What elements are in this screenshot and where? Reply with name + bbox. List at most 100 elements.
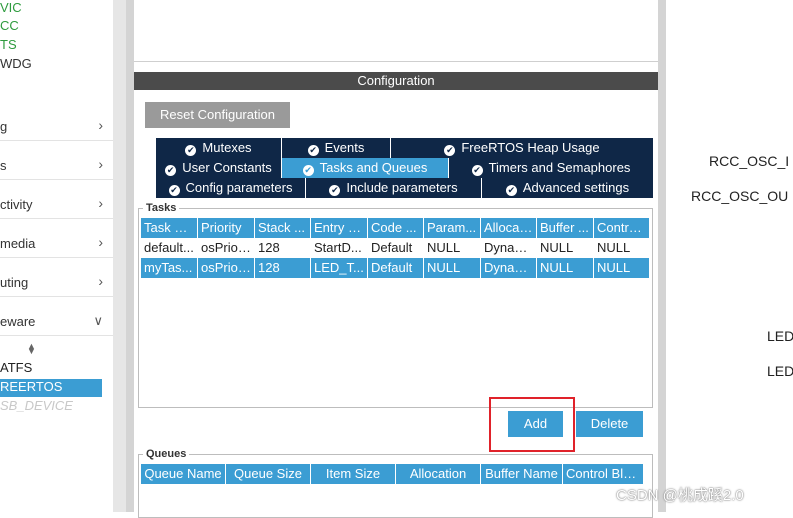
tab-row-2: ✔ User Constants ✔ Tasks and Queues ✔ Timer…	[156, 158, 653, 178]
table-cell: Default	[368, 258, 424, 278]
sidebar-category-computing[interactable]: uting ›	[0, 271, 113, 295]
panel-divider-right[interactable]	[658, 0, 666, 512]
divider	[0, 140, 113, 141]
column-header[interactable]: Control Blo...	[563, 464, 644, 484]
table-cell: NULL	[597, 240, 631, 255]
category-label: uting	[0, 275, 29, 290]
sidebar-item-ts[interactable]: TS	[0, 37, 17, 55]
pin-label-rcc-osc-out[interactable]: RCC_OSC_OU	[691, 188, 788, 204]
sidebar-category-connectivity[interactable]: ctivity ›	[0, 193, 113, 217]
panel-divider[interactable]	[126, 0, 134, 512]
table-cell: NULL	[537, 258, 594, 278]
table-cell: Default	[371, 240, 413, 255]
divider	[0, 218, 113, 219]
tab-config-parameters[interactable]: ✔ Config parameters	[156, 178, 306, 198]
tab-tasks-and-queues[interactable]: ✔ Tasks and Queues	[282, 158, 449, 178]
sidebar-category-multimedia[interactable]: media ›	[0, 232, 113, 256]
table-row[interactable]: default... osPrior... 128 StartD... Defa…	[141, 238, 650, 258]
chevron-right-icon: ›	[98, 195, 103, 211]
chevron-right-icon: ›	[98, 117, 103, 133]
tab-label: Tasks and Queues	[319, 160, 428, 175]
column-header[interactable]: Buffer ...	[537, 218, 594, 238]
table-cell: NULL	[594, 258, 650, 278]
tab-label: FreeRTOS Heap Usage	[461, 140, 600, 155]
chevron-right-icon: ›	[98, 273, 103, 289]
table-cell: NULL	[540, 240, 574, 255]
chevron-right-icon: ›	[98, 234, 103, 250]
column-header[interactable]: Stack ...	[255, 218, 311, 238]
category-label: s	[0, 158, 7, 173]
sidebar-item-label: ATFS	[0, 360, 33, 375]
column-header[interactable]: Item Size	[311, 464, 396, 484]
pin-label-led[interactable]: LED	[767, 363, 793, 379]
category-label: eware	[0, 314, 36, 329]
tab-row-3: ✔ Config parameters ✔ Include parameters ✔…	[156, 178, 653, 198]
tab-label: Include parameters	[346, 180, 458, 195]
tab-timers-and-semaphores[interactable]: ✔ Timers and Semaphores	[449, 158, 653, 178]
sidebar-item-label: VIC	[0, 0, 22, 15]
table-row-selected[interactable]: myTas... osPrior... 128 LED_T... Default…	[141, 258, 650, 278]
divider	[0, 335, 113, 336]
column-header[interactable]: Queue Name	[141, 464, 226, 484]
sidebar-item-label: TS	[0, 37, 17, 52]
sidebar-item-cc[interactable]: CC	[0, 18, 19, 36]
column-header[interactable]: Task N...	[141, 218, 198, 238]
column-header[interactable]: Control...	[594, 218, 650, 238]
sidebar-item-wdg[interactable]: WDG	[0, 56, 32, 74]
table-cell: 128	[255, 258, 311, 278]
category-label: media	[0, 236, 36, 251]
table-cell: myTas...	[141, 258, 198, 278]
mode-panel	[134, 0, 658, 62]
column-header[interactable]: Priority	[198, 218, 255, 238]
column-header[interactable]: Buffer Name	[481, 464, 563, 484]
sidebar-item-label: SB_DEVICE	[0, 398, 73, 413]
pin-label-led[interactable]: LED	[767, 328, 793, 344]
delete-task-button[interactable]: Delete	[576, 411, 643, 437]
sidebar-item-label: CC	[0, 18, 19, 33]
sidebar-item-vic[interactable]: VIC	[0, 0, 22, 18]
sidebar-item-label: REERTOS	[0, 379, 63, 394]
check-icon: ✔	[165, 165, 177, 176]
category-label: ctivity	[0, 197, 33, 212]
sidebar-category-middleware[interactable]: eware ∨	[0, 310, 113, 334]
divider	[0, 257, 113, 258]
highlight-annotation	[489, 397, 575, 452]
tab-mutexes[interactable]: ✔ Mutexes	[156, 138, 282, 158]
chevron-down-icon: ∨	[93, 313, 103, 328]
sidebar-category-2[interactable]: s ›	[0, 154, 113, 178]
sidebar-scrollbar[interactable]	[113, 0, 126, 512]
table-cell: osPrior...	[201, 240, 253, 255]
sort-icon[interactable]: ▲ ▼	[27, 342, 36, 356]
check-icon: ✔	[505, 185, 517, 196]
divider	[0, 296, 113, 297]
queues-table-header: Queue Name Queue Size Item Size Allocati…	[141, 464, 644, 484]
column-header[interactable]: Code ...	[368, 218, 424, 238]
check-icon: ✔	[302, 165, 314, 176]
check-icon: ✔	[329, 185, 341, 196]
tab-label: User Constants	[182, 160, 272, 175]
sidebar-category-1[interactable]: g ›	[0, 115, 113, 139]
queues-legend: Queues	[146, 448, 187, 460]
watermark: CSDN @桃成蹊2.0	[616, 487, 744, 504]
column-header[interactable]: Param...	[424, 218, 481, 238]
tab-events[interactable]: ✔ Events	[282, 138, 391, 158]
column-header[interactable]: Entry F...	[311, 218, 368, 238]
check-icon: ✔	[444, 145, 456, 156]
tab-row-1: ✔ Mutexes ✔ Events ✔ FreeRTOS Heap Usage	[156, 138, 653, 158]
check-icon: ✔	[185, 145, 197, 156]
tasks-table-header: Task N... Priority Stack ... Entry F... …	[141, 218, 650, 238]
category-label: g	[0, 119, 8, 134]
tab-user-constants[interactable]: ✔ User Constants	[156, 158, 282, 178]
column-header[interactable]: Queue Size	[226, 464, 311, 484]
reset-configuration-button[interactable]: Reset Configuration	[145, 102, 290, 128]
sidebar-item-usb-device: SB_DEVICE	[0, 398, 73, 416]
tab-include-parameters[interactable]: ✔ Include parameters	[306, 178, 482, 198]
tab-advanced-settings[interactable]: ✔ Advanced settings	[482, 178, 653, 198]
column-header[interactable]: Allocat...	[481, 218, 537, 238]
pin-label-rcc-osc-in[interactable]: RCC_OSC_I	[709, 153, 789, 169]
column-header[interactable]: Allocation	[396, 464, 481, 484]
tab-freertos-heap-usage[interactable]: ✔ FreeRTOS Heap Usage	[391, 138, 653, 158]
sidebar-item-freertos[interactable]: REERTOS	[0, 379, 102, 397]
check-icon: ✔	[168, 185, 180, 196]
sidebar-item-fatfs[interactable]: ATFS	[0, 360, 32, 378]
